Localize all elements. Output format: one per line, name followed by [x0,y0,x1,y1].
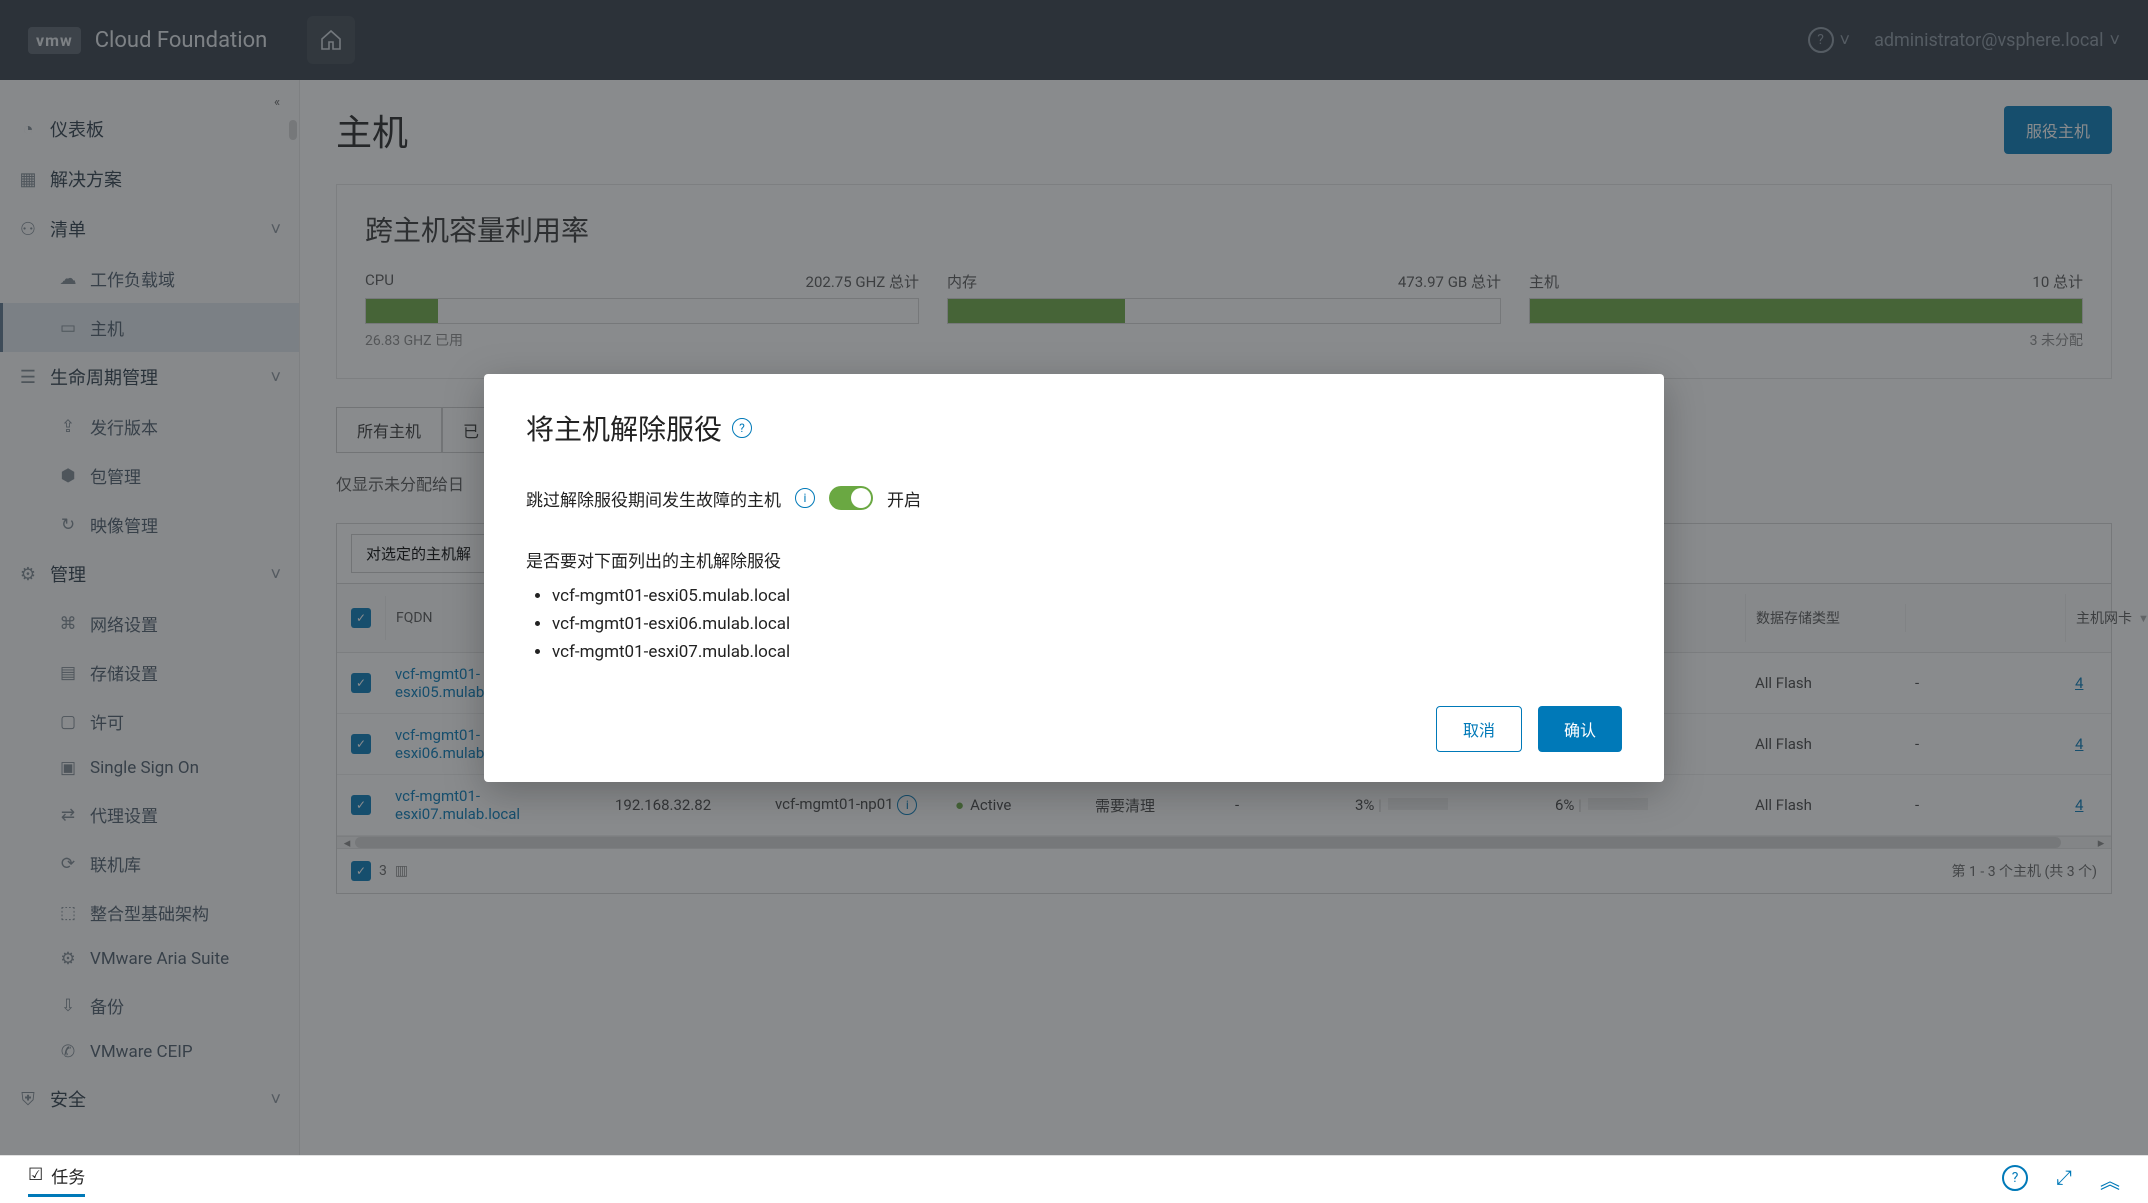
skip-failed-toggle-row: 跳过解除服役期间发生故障的主机 i 开启 [526,486,1622,511]
toggle-state-label: 开启 [887,486,921,511]
help-icon[interactable]: ? [732,418,752,438]
modal-host-list: vcf-mgmt01-esxi05.mulab.localvcf-mgmt01-… [526,582,1622,666]
tasks-icon: ☑ [28,1165,43,1185]
decommission-modal: 将主机解除服役 ? 跳过解除服役期间发生故障的主机 i 开启 是否要对下面列出的… [484,374,1664,782]
confirm-button[interactable]: 确认 [1538,706,1622,752]
list-item: vcf-mgmt01-esxi05.mulab.local [552,582,1622,610]
collapse-up-icon[interactable]: ︽ [2100,1165,2120,1194]
bottom-bar: ☑ 任务 ? ⤢ ︽ [0,1155,2148,1203]
modal-overlay: 将主机解除服役 ? 跳过解除服役期间发生故障的主机 i 开启 是否要对下面列出的… [0,0,2148,1155]
list-item: vcf-mgmt01-esxi07.mulab.local [552,638,1622,666]
cancel-button[interactable]: 取消 [1436,706,1522,752]
skip-failed-label: 跳过解除服役期间发生故障的主机 [526,486,781,511]
skip-failed-toggle[interactable] [829,486,873,510]
info-icon[interactable]: i [795,488,815,508]
list-item: vcf-mgmt01-esxi06.mulab.local [552,610,1622,638]
tasks-label: 任务 [51,1163,85,1188]
modal-title-text: 将主机解除服役 [526,408,722,448]
help-icon[interactable]: ? [2002,1165,2028,1194]
tasks-tab[interactable]: ☑ 任务 [28,1163,85,1197]
modal-title: 将主机解除服役 ? [526,408,1622,448]
expand-icon[interactable]: ⤢ [2056,1165,2072,1194]
modal-question: 是否要对下面列出的主机解除服役 [526,547,1622,572]
